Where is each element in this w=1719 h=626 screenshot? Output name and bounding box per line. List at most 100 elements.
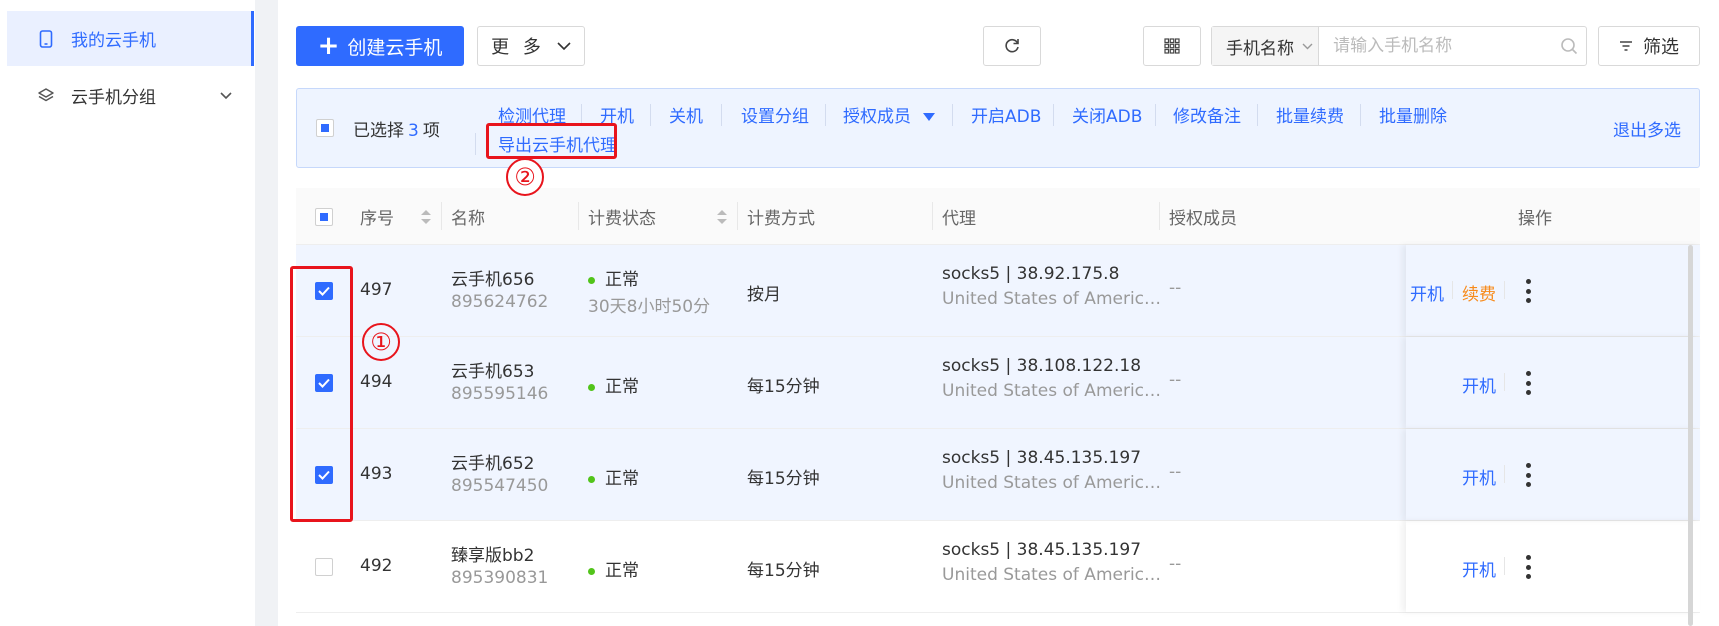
status-dot <box>588 567 595 575</box>
row-proxy-location: United States of America,W... <box>942 473 1167 493</box>
filter-button[interactable]: 筛选 <box>1598 26 1700 66</box>
row-billing-method: 每15分钟 <box>747 469 820 489</box>
search-bar: 手机名称 <box>1211 26 1587 66</box>
power-on-link[interactable]: 开机 <box>1410 280 1444 305</box>
row-index: 494 <box>360 372 393 392</box>
batch-delete-action[interactable]: 批量删除 <box>1379 102 1447 127</box>
annotation-marker-2: ② <box>506 158 544 196</box>
grid-view-button[interactable] <box>1143 26 1201 66</box>
col-members: 授权成员 <box>1169 209 1237 229</box>
sidebar: 我的云手机 云手机分组 <box>0 0 255 626</box>
row-index: 492 <box>360 556 393 576</box>
power-off-action[interactable]: 关机 <box>669 102 703 127</box>
authorize-members-action[interactable]: 授权成员 <box>843 102 935 127</box>
sidebar-item-label: 云手机分组 <box>71 88 156 108</box>
row-billing-method: 每15分钟 <box>747 561 820 581</box>
selected-count-text: 已选择 3 项 <box>353 121 440 141</box>
row-members: -- <box>1169 462 1182 482</box>
annotation-marker-1: ① <box>362 323 400 361</box>
select-all-checkbox[interactable] <box>316 119 334 137</box>
row-actions: 开机 <box>1406 429 1700 520</box>
table-row[interactable]: 497 云手机656 895624762 正常 30天8小时50分 按月 soc… <box>296 245 1700 337</box>
col-billing-status[interactable]: 计费状态 <box>588 188 656 245</box>
filter-label: 筛选 <box>1643 37 1679 58</box>
chevron-down-icon <box>557 41 571 50</box>
row-name: 臻享版bb2 <box>451 546 535 566</box>
renew-link[interactable]: 续费 <box>1462 280 1496 305</box>
sort-icon[interactable] <box>717 210 727 224</box>
row-proxy: socks5 | 38.45.135.197 <box>942 448 1142 468</box>
sidebar-item-phone-groups[interactable]: 云手机分组 <box>7 68 254 123</box>
search-field-label: 手机名称 <box>1226 38 1294 59</box>
row-proxy: socks5 | 38.92.175.8 <box>942 264 1120 284</box>
main-panel: + 创建云手机 更 多 手机名称 筛选 已选择3项 检 <box>278 0 1719 626</box>
grid-icon <box>1164 38 1180 54</box>
row-proxy: socks5 | 38.108.122.18 <box>942 356 1142 376</box>
more-actions-icon[interactable] <box>1525 371 1531 395</box>
sort-icon[interactable] <box>421 210 431 224</box>
table-row[interactable]: 492 臻享版bb2 895390831 正常 每15分钟 socks5 | 3… <box>296 521 1700 613</box>
highlight-box-row-checkboxes <box>290 266 353 522</box>
caret-down-icon <box>923 113 935 121</box>
status-dot <box>588 475 595 483</box>
row-id: 895624762 <box>451 292 549 312</box>
disable-adb-action[interactable]: 关闭ADB <box>1072 102 1142 127</box>
col-proxy: 代理 <box>942 209 976 229</box>
row-members: -- <box>1169 278 1182 298</box>
more-actions-icon[interactable] <box>1525 463 1531 487</box>
power-on-link[interactable]: 开机 <box>1462 556 1496 581</box>
row-proxy-location: United States of America,M... <box>942 289 1167 309</box>
power-on-link[interactable]: 开机 <box>1462 372 1496 397</box>
header-select-all-checkbox[interactable] <box>315 208 333 226</box>
batch-renew-action[interactable]: 批量续费 <box>1276 102 1344 127</box>
sidebar-item-my-phones[interactable]: 我的云手机 <box>7 11 254 66</box>
plus-icon: + <box>317 31 340 61</box>
search-input[interactable] <box>1319 27 1553 65</box>
create-phone-label: 创建云手机 <box>347 36 443 59</box>
chevron-down-icon <box>1302 43 1313 49</box>
more-actions-icon[interactable] <box>1525 279 1531 303</box>
chevron-down-icon[interactable] <box>220 85 232 105</box>
table-row[interactable]: 494 云手机653 895595146 正常 每15分钟 socks5 | 3… <box>296 337 1700 429</box>
more-actions-icon[interactable] <box>1525 555 1531 579</box>
col-name: 名称 <box>451 209 485 229</box>
search-icon[interactable] <box>1552 27 1586 65</box>
table-row[interactable]: 493 云手机652 895547450 正常 每15分钟 socks5 | 3… <box>296 429 1700 521</box>
search-field-select[interactable]: 手机名称 <box>1212 27 1320 65</box>
row-id: 895390831 <box>451 568 549 588</box>
row-remaining-time: 30天8小时50分 <box>588 297 711 317</box>
row-billing-method: 每15分钟 <box>747 377 820 397</box>
create-phone-button[interactable]: + 创建云手机 <box>296 26 464 66</box>
row-checkbox[interactable] <box>315 558 333 576</box>
row-actions: 开机 <box>1406 521 1700 612</box>
status-dot <box>588 383 595 391</box>
row-index: 493 <box>360 464 393 484</box>
more-label: 更 多 <box>491 37 545 58</box>
refresh-button[interactable] <box>983 26 1041 66</box>
batch-action-bar: 已选择 3 项 检测代理 开机 关机 设置分组 授权成员 开启ADB 关闭ADB 修… <box>296 88 1700 168</box>
enable-adb-action[interactable]: 开启ADB <box>971 102 1041 127</box>
row-name: 云手机653 <box>451 362 535 382</box>
col-actions: 操作 <box>1518 209 1552 229</box>
row-index: 497 <box>360 280 393 300</box>
table-scrollbar[interactable] <box>1688 245 1693 626</box>
status-dot <box>588 276 595 284</box>
refresh-icon <box>1005 38 1019 53</box>
row-members: -- <box>1169 370 1182 390</box>
row-id: 895547450 <box>451 476 549 496</box>
table-header: 序号 名称 计费状态 计费方式 代理 授权成员 操作 <box>296 188 1700 245</box>
more-button[interactable]: 更 多 <box>477 26 585 66</box>
row-billing-method: 按月 <box>747 285 781 305</box>
layers-icon <box>37 87 55 105</box>
row-proxy-location: United States of America,N... <box>942 381 1167 401</box>
highlight-box-export <box>486 123 617 159</box>
power-on-link[interactable]: 开机 <box>1462 464 1496 489</box>
row-proxy-location: United States of America,W... <box>942 565 1167 585</box>
set-group-action[interactable]: 设置分组 <box>741 102 809 127</box>
exit-multiselect-button[interactable]: 退出多选 <box>1613 116 1681 141</box>
row-proxy: socks5 | 38.45.135.197 <box>942 540 1142 560</box>
row-status: 正常 <box>588 464 639 489</box>
edit-note-action[interactable]: 修改备注 <box>1173 102 1241 127</box>
col-index[interactable]: 序号 <box>360 188 394 245</box>
row-id: 895595146 <box>451 384 549 404</box>
